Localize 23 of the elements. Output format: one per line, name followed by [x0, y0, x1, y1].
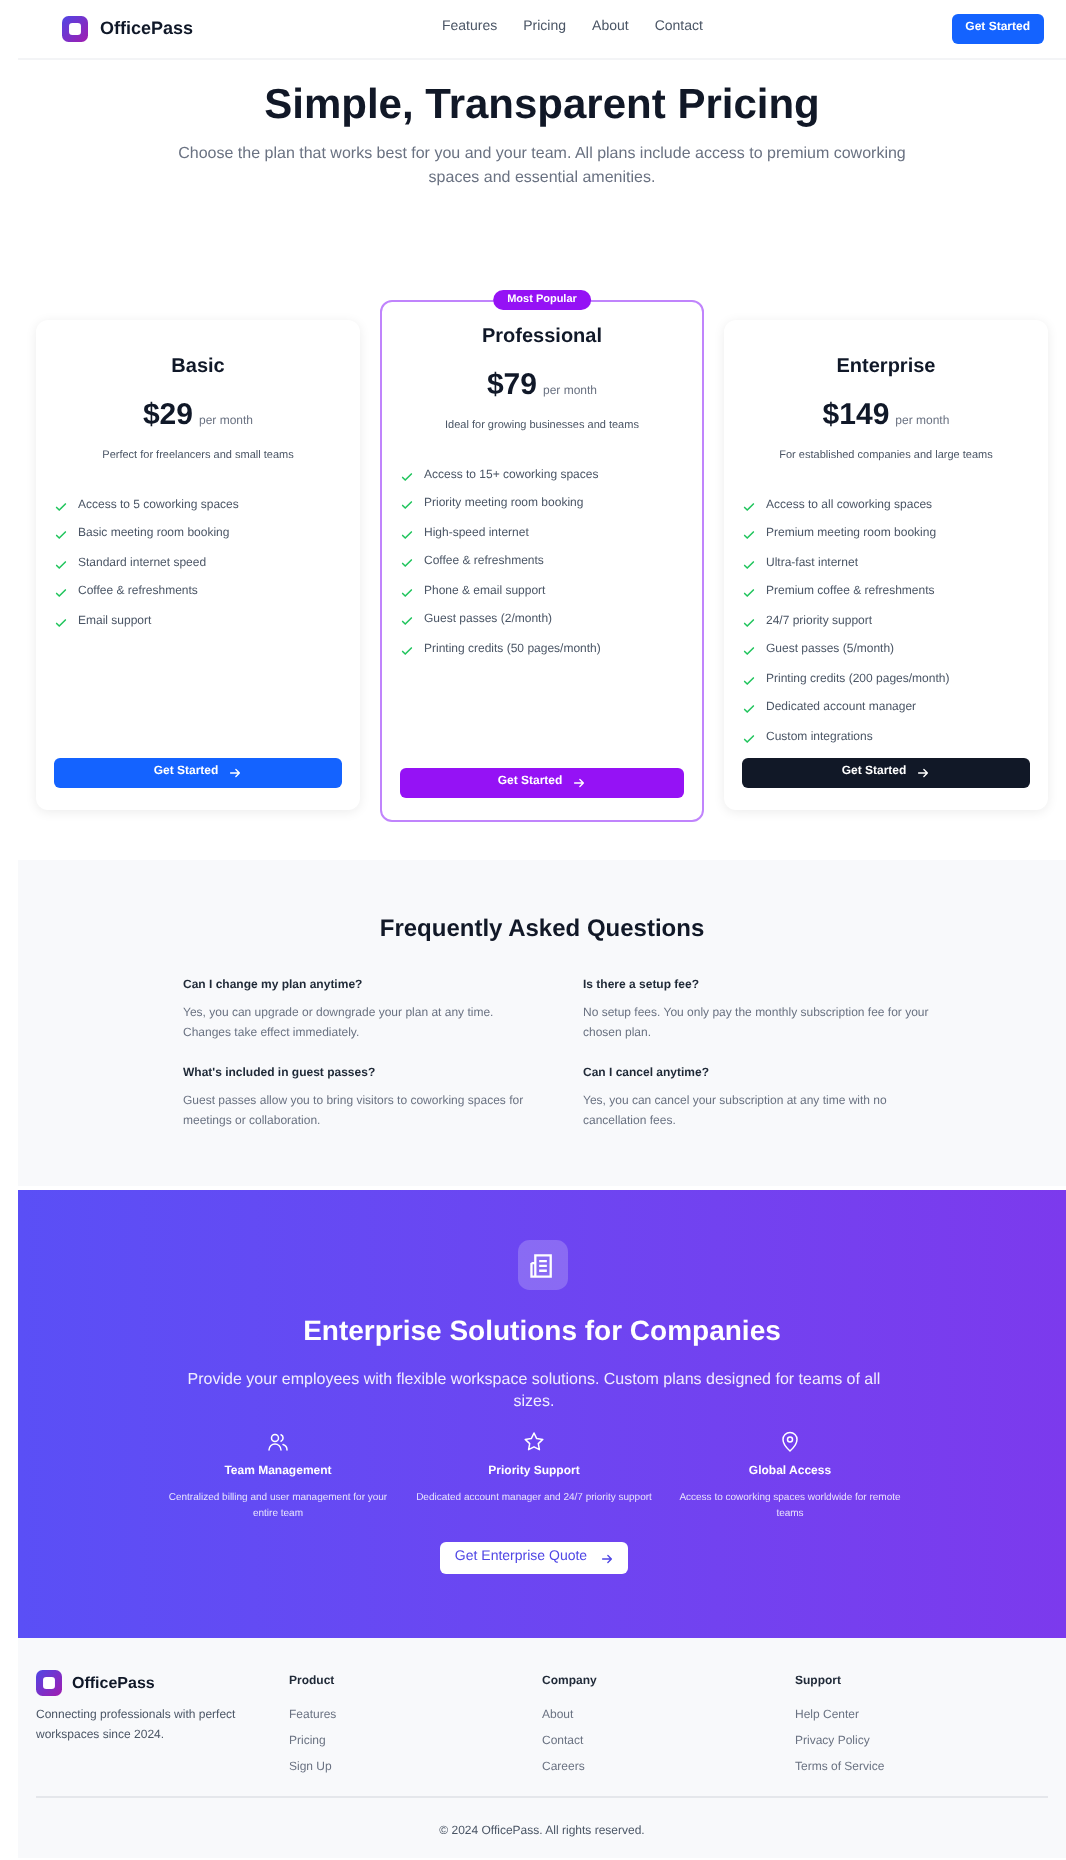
star-icon: [522, 1430, 546, 1454]
plan-name: Professional: [479, 324, 605, 352]
people-icon: [266, 1430, 290, 1454]
brand-name: OfficePass: [72, 1671, 155, 1695]
logo-icon: [62, 16, 88, 42]
arrow-icon: [228, 766, 243, 780]
logo-icon: [36, 1670, 62, 1696]
brand-name: OfficePass: [100, 15, 194, 42]
enterprise-subtitle: Provide your employees with flexible workspace solutions. Custom plans designed for teams of all sizes.: [185, 1368, 883, 1412]
plan-price: $29: [142, 396, 193, 436]
page-title: Simple, Transparent Pricing: [264, 80, 820, 132]
arrow-icon: [572, 776, 587, 790]
arrow-icon: [916, 766, 931, 780]
plan-price: $79: [486, 366, 537, 406]
arrow-icon: [599, 1551, 614, 1565]
enterprise-title: Enterprise Solutions for Companies: [303, 1312, 781, 1350]
plan-price: $149: [822, 396, 890, 436]
plan-name: Basic: [169, 354, 227, 382]
faq-title: Frequently Asked Questions: [379, 912, 705, 946]
plan-name: Enterprise: [834, 354, 938, 382]
building-icon: [517, 1240, 567, 1290]
location-pin-icon: [778, 1430, 802, 1454]
page-subtitle: Choose the plan that works best for you and your team. All plans include access to premium coworking spaces and essential amenities.: [176, 142, 908, 191]
